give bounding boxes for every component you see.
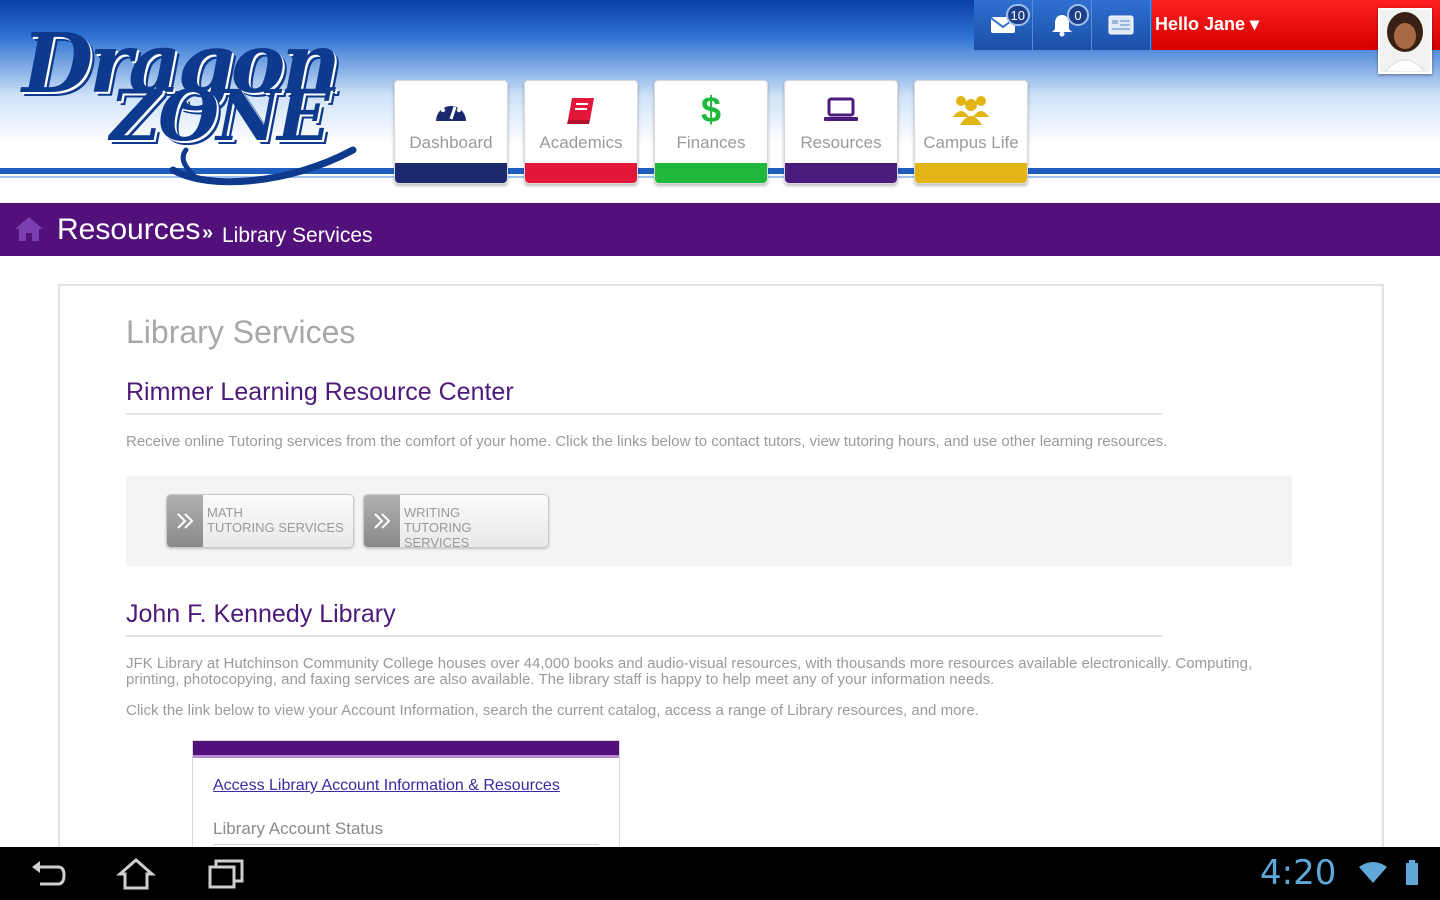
jfk-instructions: Click the link below to view your Accoun… (126, 702, 979, 719)
math-tutoring-label: Math Tutoring Services (207, 505, 344, 535)
rimmer-description: Receive online Tutoring services from th… (126, 433, 1168, 450)
nav-tile-resources[interactable]: Resources (784, 80, 898, 184)
messages-button[interactable]: 10 (974, 0, 1033, 50)
home-icon[interactable] (14, 216, 44, 242)
card-menu-button[interactable] (1092, 0, 1151, 50)
library-box-header (193, 741, 619, 755)
writing-tutoring-label: Writing Tutoring Services (403, 505, 472, 550)
back-icon[interactable] (28, 857, 68, 891)
notifications-button[interactable]: 0 (1033, 0, 1092, 50)
id-card-icon (1108, 15, 1134, 35)
nav-tile-dashboard[interactable]: Dashboard (394, 80, 508, 184)
rimmer-heading: Rimmer Learning Resource Center (126, 378, 514, 406)
user-greeting: Hello Jane ▾ (1155, 14, 1260, 34)
math-tutoring-button[interactable]: Math Tutoring Services (166, 494, 354, 548)
main-nav: Dashboard Academics $ Finances Resources… (394, 80, 1028, 184)
notifications-count-badge: 0 (1067, 4, 1089, 26)
nav-tile-campus-life[interactable]: Campus Life (914, 80, 1028, 184)
dollar-icon: $ (700, 89, 722, 130)
library-account-link[interactable]: Access Library Account Information & Res… (213, 777, 560, 795)
breadcrumb-section-link[interactable]: Resources (57, 213, 200, 247)
book-icon (564, 93, 598, 127)
nav-label-academics: Academics (539, 133, 623, 152)
section-divider (126, 413, 1162, 415)
nav-tile-academics[interactable]: Academics (524, 80, 638, 184)
breadcrumb: Resources » Library Services (0, 203, 1440, 256)
breadcrumb-current-page: Library Services (222, 224, 373, 247)
avatar-photo (1380, 10, 1430, 72)
system-navigation-bar: 4:20 (0, 847, 1440, 900)
nav-label-campus-life: Campus Life (923, 133, 1019, 152)
utility-bar: 10 0 (974, 0, 1152, 50)
recent-apps-icon[interactable] (206, 857, 246, 891)
logo-swirl-icon (169, 146, 357, 186)
system-clock: 4:20 (1260, 853, 1337, 893)
library-box-divider (213, 844, 599, 845)
home-button-icon[interactable] (116, 857, 156, 891)
section-divider (126, 635, 1162, 637)
jfk-description: JFK Library at Hutchinson Community Coll… (126, 655, 1253, 688)
nav-label-resources: Resources (800, 133, 882, 152)
laptop-icon (822, 93, 860, 127)
nav-tile-finances[interactable]: $ Finances (654, 80, 768, 184)
user-avatar[interactable] (1378, 8, 1432, 74)
dragonzone-logo[interactable]: Dragon ZONE (18, 12, 357, 187)
writing-tutoring-button[interactable]: Writing Tutoring Services (363, 494, 549, 550)
library-account-status-label: Library Account Status (213, 819, 384, 838)
nav-label-finances: Finances (676, 133, 746, 152)
tile-color-bar (915, 163, 1027, 183)
tile-color-bar (785, 163, 897, 183)
messages-count-badge: 10 (1005, 4, 1030, 26)
breadcrumb-separator: » (202, 222, 214, 244)
tile-color-bar (395, 163, 507, 183)
dashboard-gauge-icon (433, 93, 469, 127)
people-icon (951, 93, 991, 127)
double-chevron-right-icon (364, 495, 400, 547)
library-box-accent (193, 755, 619, 758)
double-chevron-right-icon (167, 495, 203, 547)
tile-color-bar (655, 163, 767, 183)
tutoring-buttons-strip: Math Tutoring Services Writing Tutoring … (126, 476, 1292, 566)
nav-label-dashboard: Dashboard (409, 133, 493, 152)
page-title: Library Services (126, 314, 356, 350)
wifi-icon (1359, 862, 1387, 883)
jfk-heading: John F. Kennedy Library (126, 600, 396, 628)
tile-color-bar (525, 163, 637, 183)
content-panel: Library Services Rimmer Learning Resourc… (58, 284, 1384, 880)
battery-icon (1406, 860, 1418, 885)
